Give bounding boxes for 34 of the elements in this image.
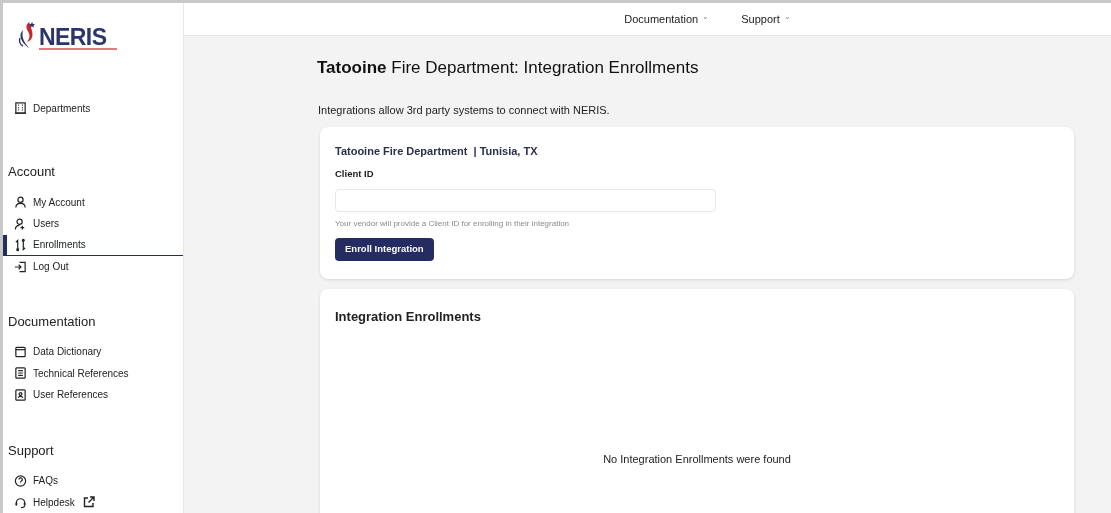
help-icon (14, 473, 27, 488)
sidebar-item[interactable]: Departments (3, 97, 183, 119)
section-heading: Support (7, 441, 55, 460)
building-icon (14, 101, 27, 116)
department-name: Tatooine Fire Department | Tunisia, TX (335, 144, 539, 159)
empty-message: No Integration Enrollments were found (603, 451, 791, 467)
enroll-button[interactable]: Enroll Integration (335, 237, 434, 261)
sidebar-item[interactable]: Data Dictionary (3, 341, 183, 363)
page-title: Tatooine Fire Department: Integration Enrollments (317, 57, 700, 79)
add-person-icon (14, 216, 27, 231)
card-title: Integration Enrollments (335, 308, 482, 326)
document-icon (14, 366, 27, 381)
sidebar-item[interactable]: User References (3, 384, 183, 406)
input-field[interactable] (335, 188, 716, 212)
intro-text: Integrations allow 3rd party systems to connect with NERIS. (318, 102, 611, 118)
section-heading: Documentation (7, 312, 97, 331)
swap-arrows-icon (14, 237, 27, 252)
hint-text: Your vendor will provide a Client ID for enrolling in their integration (335, 217, 571, 230)
logo-wordmark: NERIS (39, 25, 108, 48)
field-label: Client ID (335, 166, 375, 181)
nav-menu[interactable]: Documentation ⌄ (624, 10, 710, 28)
sidebar-item[interactable]: Users (3, 213, 183, 235)
sidebar-item[interactable]: FAQs (3, 470, 183, 492)
sidebar-item[interactable]: Log Out (3, 256, 183, 278)
section-heading: Account (7, 163, 56, 181)
sidebar-item[interactable]: Helpdesk (3, 491, 183, 513)
person-icon (14, 195, 27, 210)
id-card-icon (14, 387, 27, 402)
log-out-icon (14, 259, 27, 274)
sidebar-item[interactable]: Technical References (3, 362, 183, 384)
sidebar-item[interactable]: My Account (3, 191, 183, 213)
nav-menu[interactable]: Support ⌄ (741, 10, 791, 28)
headset-icon (14, 495, 27, 510)
book-icon (14, 344, 27, 359)
